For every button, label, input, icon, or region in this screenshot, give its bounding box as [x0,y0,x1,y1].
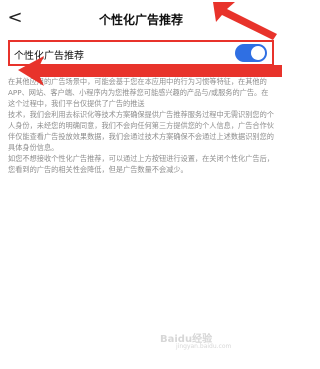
setting-label: 个性化广告推荐 [14,51,84,62]
page-title: 个性化广告推荐 [98,13,183,27]
toggle-knob [251,46,265,60]
watermark-url: jingyan.baidu.com [176,343,232,350]
description-paragraph: 在其他应用的广告场景中，可能会基于您在本应用中的行为习惯等特征，在其他的APP、… [8,77,269,108]
status-bar [0,0,282,8]
personalized-ads-toggle[interactable] [235,44,267,62]
description-paragraph: 如您不想接收个性化广告推荐，可以通过上方按钮进行设置，在关闭个性化广告后，您看到… [8,154,274,174]
description-paragraph: 技术，我们会利用去标识化等技术方案确保提供广告推荐服务过程中无需识别您的个人身份… [8,110,274,152]
setting-description: 在其他应用的广告场景中，可能会基于您在本应用中的行为习惯等特征，在其他的APP、… [8,76,274,175]
personalized-ads-setting-row: 个性化广告推荐 [8,40,274,66]
navigation-bar: < 个性化广告推荐 [0,8,282,30]
